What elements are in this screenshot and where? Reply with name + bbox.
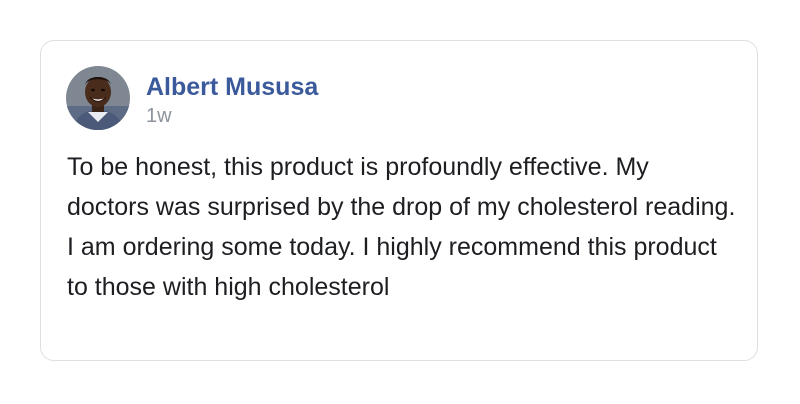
timestamp-link[interactable]: 1w (146, 104, 318, 128)
author-name-link[interactable]: Albert Mususa (146, 72, 318, 102)
comment-card: Albert Mususa 1w To be honest, this prod… (40, 40, 758, 361)
comment-header: Albert Mususa 1w (66, 66, 318, 130)
comment-body-text: To be honest, this product is profoundly… (67, 153, 736, 301)
user-avatar-icon[interactable] (66, 66, 130, 130)
comment-meta: Albert Mususa 1w (146, 72, 318, 128)
